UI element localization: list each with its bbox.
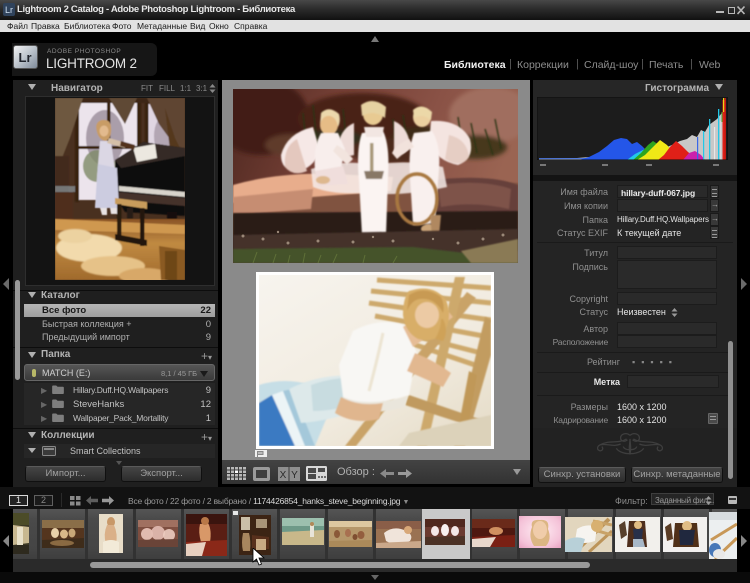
- svg-text:Lr: Lr: [5, 5, 13, 15]
- svg-text:Y: Y: [291, 470, 298, 481]
- svg-text:Lr: Lr: [19, 50, 32, 65]
- svg-text:X: X: [280, 470, 287, 481]
